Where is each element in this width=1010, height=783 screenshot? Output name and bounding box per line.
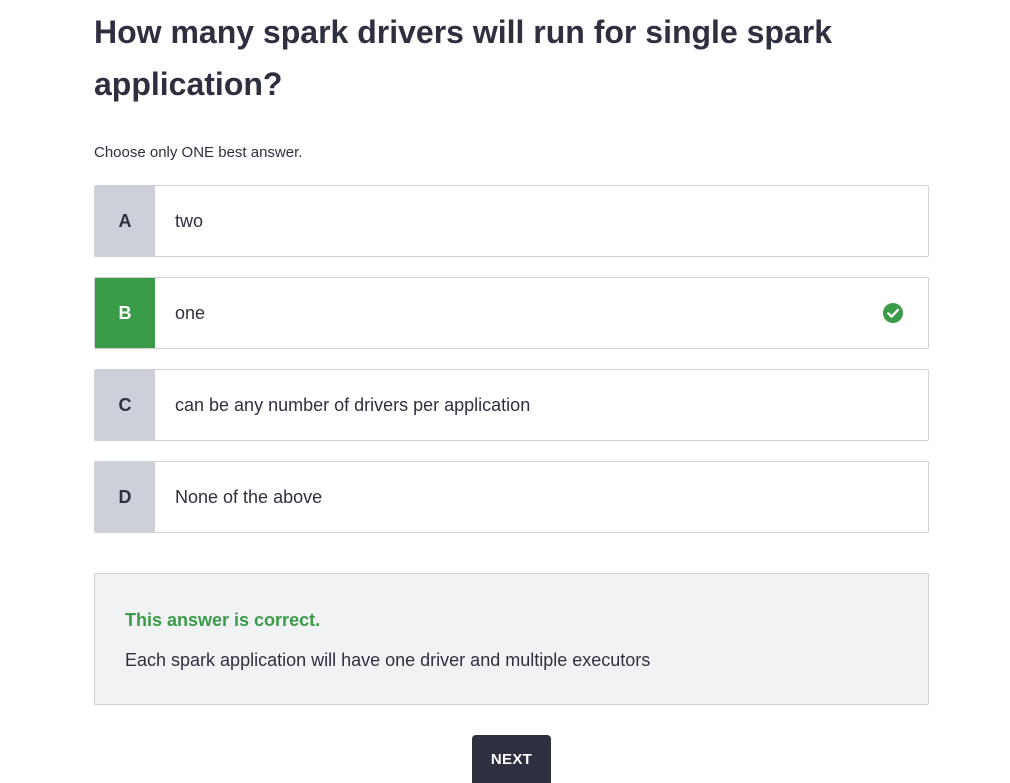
feedback-explanation: Each spark application will have one dri…	[125, 650, 651, 670]
option-text: one	[175, 302, 206, 323]
option-text: can be any number of drivers per applica…	[175, 394, 531, 415]
option-letter: B	[95, 278, 155, 348]
option-letter: D	[95, 462, 155, 532]
option-letter: C	[95, 370, 155, 440]
feedback-title: This answer is correct.	[125, 610, 321, 630]
option-text: None of the above	[175, 486, 323, 507]
option-b[interactable]: B one	[94, 277, 929, 349]
answer-instruction: Choose only ONE best answer.	[94, 144, 303, 161]
check-circle-icon	[883, 303, 903, 323]
option-letter: A	[95, 186, 155, 256]
quiz-page: How many spark drivers will run for sing…	[0, 0, 1010, 783]
question-title: How many spark drivers will run for sing…	[94, 14, 833, 102]
option-d[interactable]: D None of the above	[94, 461, 929, 533]
option-text: two	[175, 210, 204, 231]
feedback-panel: This answer is correct. Each spark appli…	[94, 573, 929, 705]
option-a[interactable]: A two	[94, 185, 929, 257]
next-button[interactable]: NEXT	[472, 735, 551, 783]
option-c[interactable]: C can be any number of drivers per appli…	[94, 369, 929, 441]
